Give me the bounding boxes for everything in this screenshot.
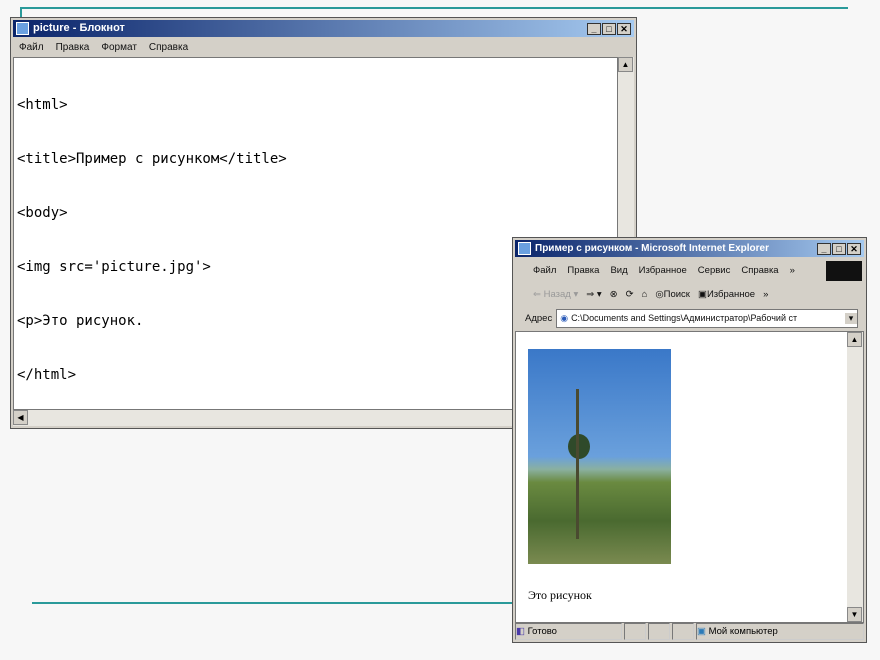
ie-toolbar: ⇐ Назад ▾ ⇒ ▾ ⊗ ⟳ ⌂ ◎Поиск ▣Избранное » <box>515 283 864 305</box>
zone-text: Мой компьютер <box>708 625 778 637</box>
ie-icon <box>518 242 531 255</box>
content-text: Это рисунок <box>528 588 592 602</box>
stop-icon[interactable]: ⊗ <box>610 289 618 300</box>
refresh-icon[interactable]: ⟳ <box>626 289 634 300</box>
status-text: Готово <box>527 625 557 637</box>
vertical-scrollbar[interactable]: ▲ ▼ <box>847 332 863 622</box>
menu-file[interactable]: Файл <box>19 42 44 53</box>
computer-icon: ▣ <box>697 625 706 637</box>
windows-logo <box>826 261 862 281</box>
favorites-button[interactable]: ▣Избранное <box>698 289 755 300</box>
bottom-rule <box>32 602 514 604</box>
dropdown-arrow-icon[interactable]: ▾ <box>845 312 857 324</box>
forward-button[interactable]: ⇒ ▾ <box>586 289 601 300</box>
back-button[interactable]: ⇐ Назад ▾ <box>533 289 578 300</box>
menu-file[interactable]: Файл <box>533 265 556 276</box>
ie-menubar: Файл Правка Вид Избранное Сервис Справка… <box>515 260 864 281</box>
page-content: Это рисунок ▲ ▼ <box>515 331 864 623</box>
picture <box>528 349 671 564</box>
menu-view[interactable]: Вид <box>610 265 627 276</box>
chevron-more-icon[interactable]: » <box>763 289 768 300</box>
notepad-icon <box>16 22 29 35</box>
scroll-up-arrow[interactable]: ▲ <box>618 57 633 72</box>
menu-format[interactable]: Формат <box>101 42 137 53</box>
maximize-button[interactable]: □ <box>602 23 616 35</box>
menu-edit[interactable]: Правка <box>567 265 599 276</box>
menu-favorites[interactable]: Избранное <box>639 265 687 276</box>
address-input[interactable]: ◉ C:\Documents and Settings\Администратор… <box>556 308 858 328</box>
scroll-down-arrow[interactable]: ▼ <box>847 607 862 622</box>
close-button[interactable]: ✕ <box>617 23 631 35</box>
minimize-button[interactable]: _ <box>817 243 831 255</box>
top-rule-tick <box>20 7 22 17</box>
ie-titlebar: Пример с рисунком - Microsoft Internet E… <box>515 240 864 257</box>
notepad-menubar: Файл Правка Формат Справка <box>13 39 634 56</box>
top-rule <box>20 7 848 9</box>
code-line: <html> <box>17 97 68 113</box>
page-icon: ◉ <box>560 312 569 323</box>
scroll-left-arrow[interactable]: ◀ <box>13 410 28 425</box>
menu-edit[interactable]: Правка <box>56 42 90 53</box>
code-line: <body> <box>17 205 68 221</box>
home-icon[interactable]: ⌂ <box>642 289 648 300</box>
menu-tools[interactable]: Сервис <box>698 265 731 276</box>
close-button[interactable]: ✕ <box>847 243 861 255</box>
maximize-button[interactable]: □ <box>832 243 846 255</box>
search-button[interactable]: ◎Поиск <box>655 289 690 300</box>
status-bar: ◧ Готово ▣ Мой компьютер <box>515 622 864 640</box>
chevron-more-icon[interactable]: » <box>790 265 795 276</box>
page-done-icon: ◧ <box>516 625 525 637</box>
address-bar: Адрес ◉ C:\Documents and Settings\Админис… <box>515 307 864 329</box>
ie-window: Пример с рисунком - Microsoft Internet E… <box>512 237 867 643</box>
scroll-up-arrow[interactable]: ▲ <box>847 332 862 347</box>
address-label: Адрес <box>525 312 553 324</box>
menu-help[interactable]: Справка <box>741 265 778 276</box>
code-line: <title>Пример с рисунком</title> <box>17 151 287 167</box>
ie-title: Пример с рисунком - Microsoft Internet E… <box>535 243 769 254</box>
notepad-title: picture - Блокнот <box>33 22 125 34</box>
minimize-button[interactable]: _ <box>587 23 601 35</box>
notepad-titlebar: picture - Блокнот _ □ ✕ <box>13 20 634 37</box>
menu-help[interactable]: Справка <box>149 42 188 53</box>
